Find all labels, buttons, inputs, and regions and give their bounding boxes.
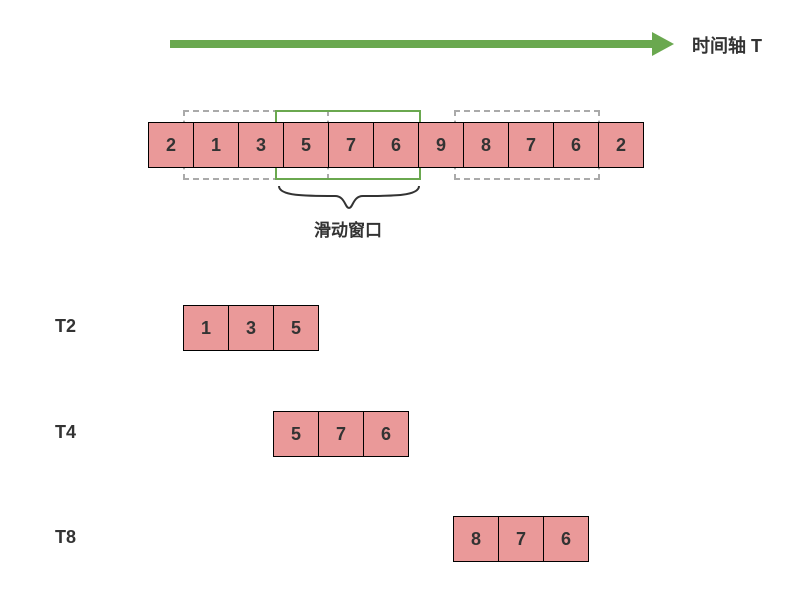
t2-cell-0: 1 bbox=[183, 305, 229, 351]
main-cell-5: 6 bbox=[373, 122, 419, 168]
main-cell-1: 1 bbox=[193, 122, 239, 168]
sliding-window-label: 滑动窗口 bbox=[314, 216, 382, 241]
row-label-t4: T4 bbox=[55, 422, 76, 443]
main-cell-10: 2 bbox=[598, 122, 644, 168]
t2-cell-2: 5 bbox=[273, 305, 319, 351]
main-cell-3: 5 bbox=[283, 122, 329, 168]
time-axis-arrow-line bbox=[170, 40, 652, 48]
main-cell-2: 3 bbox=[238, 122, 284, 168]
t8-cell-0: 8 bbox=[453, 516, 499, 562]
time-axis-label: 时间轴 T bbox=[692, 32, 762, 58]
t4-cell-2: 6 bbox=[363, 411, 409, 457]
curly-brace-icon bbox=[275, 184, 423, 212]
t2-cell-1: 3 bbox=[228, 305, 274, 351]
time-axis-arrow-head bbox=[652, 32, 674, 56]
row-label-t2: T2 bbox=[55, 316, 76, 337]
main-cell-6: 9 bbox=[418, 122, 464, 168]
row-label-t8: T8 bbox=[55, 527, 76, 548]
main-cell-7: 8 bbox=[463, 122, 509, 168]
main-cell-0: 2 bbox=[148, 122, 194, 168]
t4-cell-1: 7 bbox=[318, 411, 364, 457]
main-cell-9: 6 bbox=[553, 122, 599, 168]
t8-cell-2: 6 bbox=[543, 516, 589, 562]
t8-cell-1: 7 bbox=[498, 516, 544, 562]
t4-cell-0: 5 bbox=[273, 411, 319, 457]
main-cell-4: 7 bbox=[328, 122, 374, 168]
main-cell-8: 7 bbox=[508, 122, 554, 168]
